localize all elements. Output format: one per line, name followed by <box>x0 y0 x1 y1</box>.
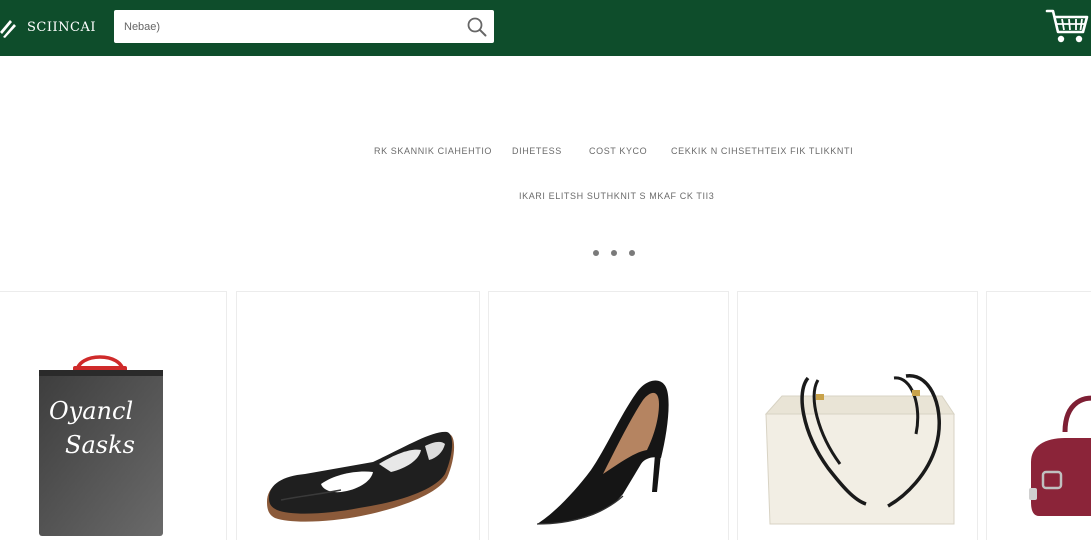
logo-text: SCIINCAI <box>27 19 96 35</box>
sub-nav-link[interactable]: IKARI ELITSH SUTHKNIT S MKAF CK TII3 <box>519 191 714 201</box>
handbag-icon <box>1029 395 1091 516</box>
carousel-dots <box>591 250 639 258</box>
logo-icon <box>0 20 16 38</box>
tote-bag-icon <box>764 374 955 525</box>
product-card[interactable] <box>488 291 729 540</box>
high-heel-icon <box>536 380 669 525</box>
nav-link-category-4[interactable]: CEKKIK N CIHSETHTEIX FIK TLIKKNTI <box>671 146 853 156</box>
product-card[interactable] <box>236 291 480 540</box>
search-input[interactable] <box>114 10 454 43</box>
search-icon <box>467 17 487 37</box>
cart-button[interactable] <box>1045 7 1089 45</box>
cart-icon <box>1045 9 1089 43</box>
nav-link-category-2[interactable]: DIHETESS <box>512 146 562 156</box>
bag-script-text: Oyancl Sasks <box>49 397 135 459</box>
search-button[interactable] <box>466 16 488 38</box>
product-card[interactable] <box>986 291 1091 540</box>
brand-logo[interactable]: SCIINCAI <box>0 14 96 40</box>
product-card[interactable] <box>737 291 978 540</box>
bag-script-line-1: Oyancl <box>49 397 133 425</box>
carousel-dot[interactable] <box>611 250 617 256</box>
product-card[interactable]: Oyancl Sasks <box>0 291 227 540</box>
search-bar <box>114 10 494 43</box>
nav-link-category-1[interactable]: RK SKANNIK CIAHEHTIO <box>374 146 492 156</box>
carousel-dot[interactable] <box>629 250 635 256</box>
carousel-dot[interactable] <box>593 250 599 256</box>
loafer-shoe-icon <box>267 431 455 522</box>
top-header: SCIINCAI <box>0 0 1091 56</box>
bag-script-line-2: Sasks <box>65 431 135 459</box>
nav-link-category-3[interactable]: COST KYCO <box>589 146 647 156</box>
